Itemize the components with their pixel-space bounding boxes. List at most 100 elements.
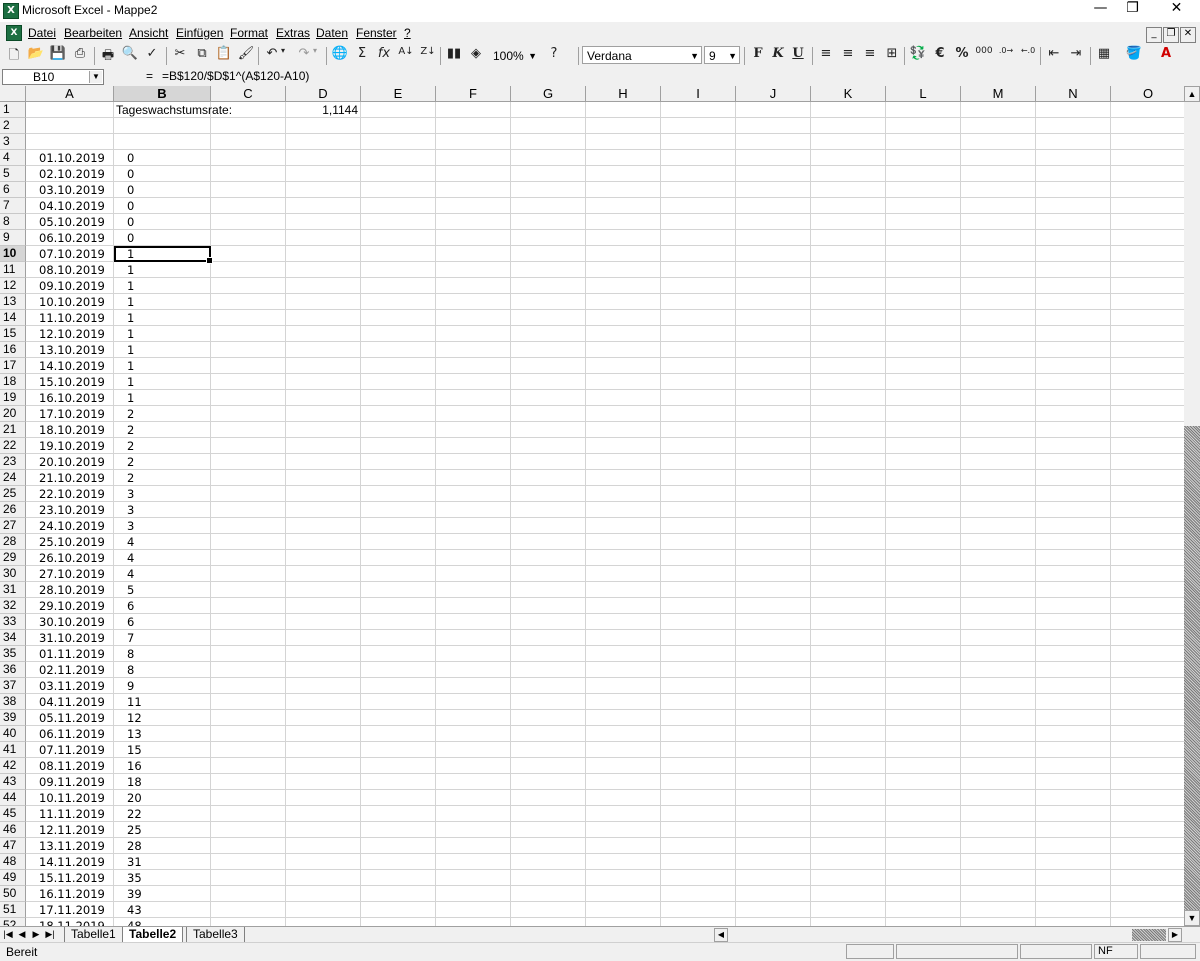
- row-header-3[interactable]: 3: [0, 134, 26, 150]
- cell-b37[interactable]: 9: [127, 678, 134, 694]
- row-header-14[interactable]: 14: [0, 310, 26, 326]
- cell-a12[interactable]: 09.10.2019: [39, 278, 105, 294]
- row-header-17[interactable]: 17: [0, 358, 26, 374]
- cell-a7[interactable]: 04.10.2019: [39, 198, 105, 214]
- cell-a21[interactable]: 18.10.2019: [39, 422, 105, 438]
- active-cell-border[interactable]: [114, 246, 213, 264]
- row-header-48[interactable]: 48: [0, 854, 26, 870]
- font-select[interactable]: Verdana ▼: [582, 46, 702, 64]
- menu-ansicht[interactable]: Ansicht: [129, 26, 168, 40]
- cell-a5[interactable]: 02.10.2019: [39, 166, 105, 182]
- cell-b7[interactable]: 0: [127, 198, 134, 214]
- column-header-h[interactable]: H: [586, 86, 661, 102]
- sort-ascending-icon[interactable]: A↓: [396, 46, 416, 66]
- row-header-33[interactable]: 33: [0, 614, 26, 630]
- align-right-icon[interactable]: ≡: [860, 46, 880, 66]
- workbook-restore-button[interactable]: ❐: [1163, 27, 1179, 43]
- row-header-25[interactable]: 25: [0, 486, 26, 502]
- undo-dropdown-icon[interactable]: ▾: [278, 46, 288, 66]
- cell-b39[interactable]: 12: [127, 710, 142, 726]
- cell-b49[interactable]: 35: [127, 870, 142, 886]
- sheet-tab-tabelle1[interactable]: Tabelle1: [64, 927, 123, 943]
- row-header-23[interactable]: 23: [0, 454, 26, 470]
- cell-b16[interactable]: 1: [127, 342, 134, 358]
- row-header-37[interactable]: 37: [0, 678, 26, 694]
- sheet-tab-tabelle2[interactable]: Tabelle2: [122, 927, 184, 943]
- sheet-tab-tabelle3[interactable]: Tabelle3: [186, 927, 245, 943]
- workbook-icon[interactable]: X: [6, 25, 22, 41]
- copy-icon[interactable]: ⧉: [192, 46, 212, 66]
- cell-b43[interactable]: 18: [127, 774, 142, 790]
- row-header-8[interactable]: 8: [0, 214, 26, 230]
- row-header-34[interactable]: 34: [0, 630, 26, 646]
- increase-decimal-icon[interactable]: .0→: [996, 46, 1016, 66]
- borders-icon[interactable]: ▦: [1094, 46, 1114, 66]
- row-header-43[interactable]: 43: [0, 774, 26, 790]
- function-icon[interactable]: fx: [374, 46, 394, 66]
- row-header-5[interactable]: 5: [0, 166, 26, 182]
- cell-b24[interactable]: 2: [127, 470, 134, 486]
- cell-a46[interactable]: 12.11.2019: [39, 822, 105, 838]
- cell-b28[interactable]: 4: [127, 534, 134, 550]
- cell-b50[interactable]: 39: [127, 886, 142, 902]
- vertical-scrollbar[interactable]: ▲ ▼: [1184, 86, 1200, 926]
- column-header-e[interactable]: E: [361, 86, 436, 102]
- cell-a42[interactable]: 08.11.2019: [39, 758, 105, 774]
- cell-a40[interactable]: 06.11.2019: [39, 726, 105, 742]
- cell-b36[interactable]: 8: [127, 662, 134, 678]
- cell-b11[interactable]: 1: [127, 262, 134, 278]
- cell-a24[interactable]: 21.10.2019: [39, 470, 105, 486]
- cell-b21[interactable]: 2: [127, 422, 134, 438]
- merge-center-icon[interactable]: ⊞: [882, 46, 902, 66]
- worksheet-grid[interactable]: A B C D E F G H I J K L M N O 1 2 3 4 5 6 7 8 9 10 11 12 13 14 15 16 17…: [0, 86, 1184, 926]
- font-color-icon[interactable]: A: [1156, 46, 1176, 66]
- cell-a27[interactable]: 24.10.2019: [39, 518, 105, 534]
- row-header-49[interactable]: 49: [0, 870, 26, 886]
- cell-b42[interactable]: 16: [127, 758, 142, 774]
- row-header-29[interactable]: 29: [0, 550, 26, 566]
- menu-format[interactable]: Format: [230, 26, 268, 40]
- cell-a18[interactable]: 15.10.2019: [39, 374, 105, 390]
- row-header-31[interactable]: 31: [0, 582, 26, 598]
- cell-b46[interactable]: 25: [127, 822, 142, 838]
- cell-a11[interactable]: 08.10.2019: [39, 262, 105, 278]
- workbook-minimize-button[interactable]: _: [1146, 27, 1162, 43]
- row-header-28[interactable]: 28: [0, 534, 26, 550]
- row-header-9[interactable]: 9: [0, 230, 26, 246]
- row-header-32[interactable]: 32: [0, 598, 26, 614]
- row-header-40[interactable]: 40: [0, 726, 26, 742]
- row-header-50[interactable]: 50: [0, 886, 26, 902]
- italic-button[interactable]: K: [768, 46, 788, 66]
- increase-indent-icon[interactable]: ⇥: [1066, 46, 1086, 66]
- cell-a26[interactable]: 23.10.2019: [39, 502, 105, 518]
- open-icon[interactable]: 📂: [26, 46, 46, 66]
- column-header-o[interactable]: O: [1111, 86, 1184, 102]
- cell-a33[interactable]: 30.10.2019: [39, 614, 105, 630]
- cell-a19[interactable]: 16.10.2019: [39, 390, 105, 406]
- menu-daten[interactable]: Daten: [316, 26, 348, 40]
- menu-bearbeiten[interactable]: Bearbeiten: [64, 26, 122, 40]
- scroll-up-icon[interactable]: ▲: [1184, 86, 1200, 102]
- cell-a9[interactable]: 06.10.2019: [39, 230, 105, 246]
- menu-einfuegen[interactable]: Einfügen: [176, 26, 223, 40]
- cell-a31[interactable]: 28.10.2019: [39, 582, 105, 598]
- save-icon[interactable]: 💾: [48, 46, 68, 66]
- row-header-51[interactable]: 51: [0, 902, 26, 918]
- row-header-39[interactable]: 39: [0, 710, 26, 726]
- column-header-l[interactable]: L: [886, 86, 961, 102]
- format-painter-icon[interactable]: 🖌: [236, 46, 256, 66]
- print-preview-icon[interactable]: 🖶: [98, 46, 118, 66]
- cell-b18[interactable]: 1: [127, 374, 134, 390]
- cell-b23[interactable]: 2: [127, 454, 134, 470]
- cell-a43[interactable]: 09.11.2019: [39, 774, 105, 790]
- fill-handle[interactable]: [206, 257, 213, 264]
- underline-button[interactable]: U: [788, 46, 808, 66]
- row-header-30[interactable]: 30: [0, 566, 26, 582]
- cell-b41[interactable]: 15: [127, 742, 142, 758]
- row-header-10[interactable]: 10: [0, 246, 26, 262]
- cell-b15[interactable]: 1: [127, 326, 134, 342]
- column-header-k[interactable]: K: [811, 86, 886, 102]
- cell-b4[interactable]: 0: [127, 150, 134, 166]
- row-header-46[interactable]: 46: [0, 822, 26, 838]
- cell-a50[interactable]: 16.11.2019: [39, 886, 105, 902]
